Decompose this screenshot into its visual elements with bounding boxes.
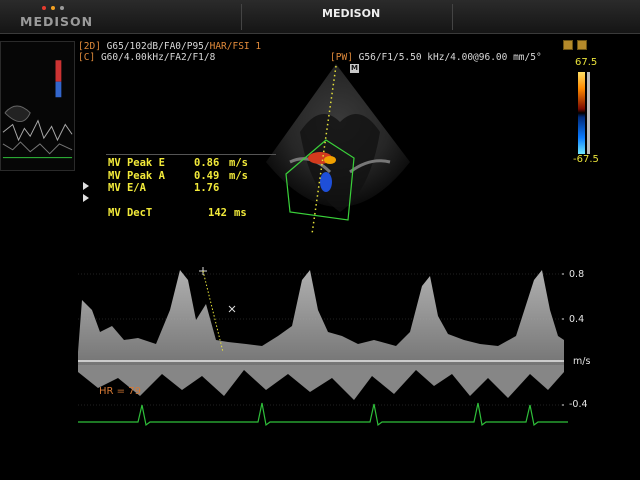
- logo-dot-orange: [51, 6, 55, 10]
- velocity-tick-label: -0.4: [569, 399, 588, 410]
- logo-dots: [42, 6, 66, 11]
- measurement-label: MV Peak A: [108, 170, 165, 182]
- velocity-color-bar: [578, 72, 590, 154]
- left-pointer-icon: [83, 182, 89, 190]
- title-bar: MEDISON MEDISON: [0, 0, 640, 34]
- print-icon[interactable]: [577, 40, 587, 50]
- measurement-label: MV DecT: [108, 207, 153, 219]
- param-c-values: G60/4.00kHz/FA2/F1/8: [100, 52, 216, 63]
- measurement-unit: m/s: [229, 170, 248, 182]
- settings-icon[interactable]: [563, 40, 573, 50]
- title-separator: [241, 4, 242, 30]
- measurement-value: 0.49: [194, 170, 220, 182]
- left-pointer-icon: [83, 194, 89, 202]
- param-line-2d: [2D] G65/102dB/FA0/P95/HAR/FSI 1: [78, 41, 262, 52]
- echo-sector-image[interactable]: [260, 62, 420, 240]
- velocity-tick-label: 0.4: [569, 314, 585, 325]
- title-separator: [452, 4, 453, 30]
- measurement-value: 0.86: [194, 157, 220, 169]
- measurement-label: MV E/A: [108, 182, 146, 194]
- logo-dot-red: [42, 6, 46, 10]
- measurement-panel: MV Peak E 0.86 m/s MV Peak A 0.49 m/s MV…: [106, 154, 276, 222]
- measurement-unit: m/s: [229, 157, 248, 169]
- param-2d-highlight: HAR/FSI 1: [209, 41, 262, 52]
- logo-dot-gray: [60, 6, 64, 10]
- velocity-tick-label: 0.8: [569, 269, 585, 280]
- ecg-trace: [78, 402, 568, 427]
- thumbnail-preview[interactable]: [0, 41, 75, 171]
- brand-logo: MEDISON: [20, 14, 94, 29]
- param-2d-values: G65/102dB/FA0/P95/: [106, 41, 210, 52]
- mode-2d-label: 2D: [83, 41, 96, 52]
- window-title: MEDISON: [322, 7, 381, 20]
- measurement-unit: ms: [234, 207, 247, 219]
- param-line-color: [C] G60/4.00kHz/FA2/F1/8: [78, 52, 216, 63]
- velocity-unit-label: m/s: [573, 356, 591, 367]
- measurement-value: 142: [208, 207, 227, 219]
- measurement-value: 1.76: [194, 182, 220, 194]
- colorbar-max-label: 67.5: [575, 57, 598, 68]
- measurement-label: MV Peak E: [108, 157, 165, 169]
- colorbar-min-label: -67.5: [573, 154, 599, 165]
